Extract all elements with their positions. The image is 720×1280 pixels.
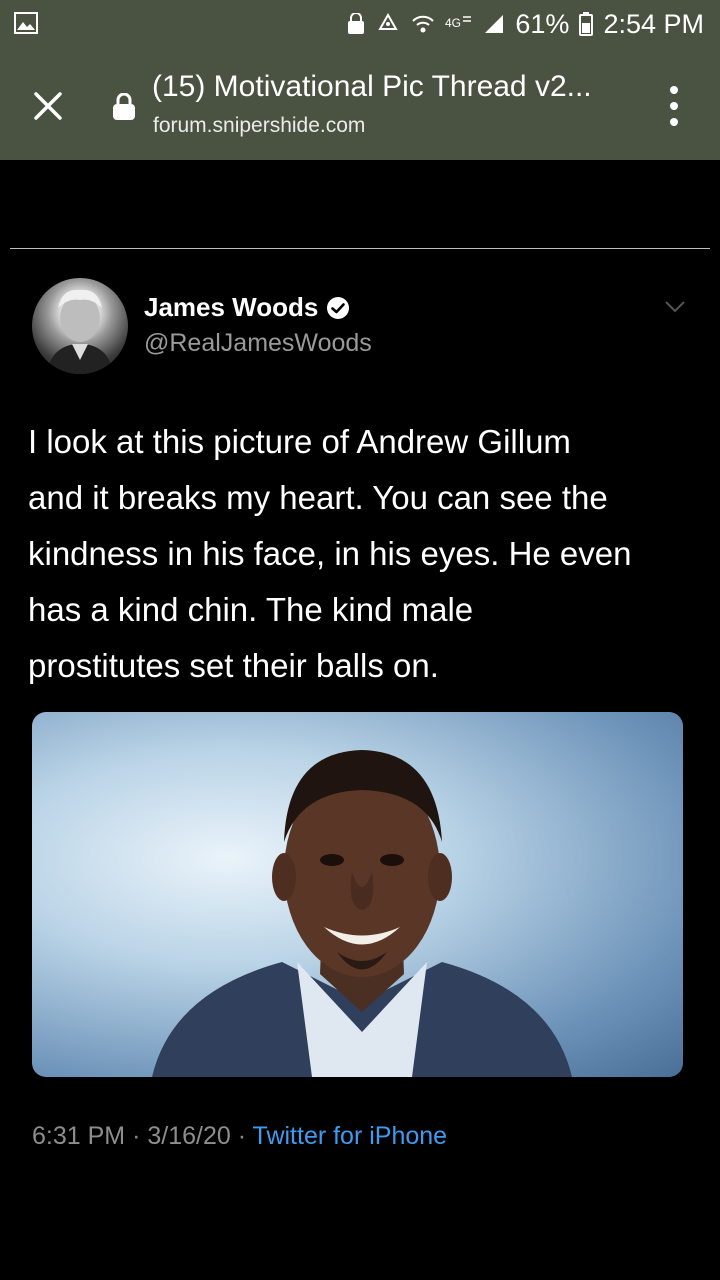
page-url[interactable]: forum.snipershide.com — [153, 114, 365, 138]
avatar[interactable] — [32, 278, 128, 374]
4g-icon: 4G — [445, 16, 472, 30]
close-icon[interactable] — [28, 86, 68, 126]
separator-dot: · — [237, 1122, 247, 1150]
svg-text:4G: 4G — [445, 16, 461, 30]
battery-icon — [579, 12, 594, 36]
divider — [10, 248, 710, 249]
tweet-text: I look at this picture of Andrew Gillum … — [28, 423, 632, 684]
battery-percent: 61% — [515, 8, 570, 39]
portrait-image — [152, 750, 572, 1077]
separator-dot: · — [132, 1122, 141, 1150]
tweet-photo[interactable] — [32, 712, 683, 1077]
browser-toolbar: (15) Motivational Pic Thread v2... forum… — [0, 48, 720, 160]
clock-time: 2:54 PM — [603, 8, 704, 39]
lock-icon — [348, 13, 365, 34]
more-vert-icon[interactable] — [664, 86, 684, 126]
verified-badge-icon — [327, 296, 350, 319]
tweet-source-link[interactable]: Twitter for iPhone — [253, 1122, 448, 1150]
gallery-icon — [14, 12, 38, 34]
recycle-icon — [378, 13, 399, 30]
status-bar: 4G 61% 2:54 PM — [0, 0, 720, 48]
signal-icon — [485, 15, 504, 33]
chevron-down-icon[interactable] — [664, 300, 686, 314]
tweet-time[interactable]: 6:31 PM — [32, 1122, 125, 1150]
tweet-meta: 6:31 PM · 3/16/20 · Twitter for iPhone — [32, 1122, 447, 1151]
author-name-text[interactable]: James Woods — [144, 292, 318, 323]
page-title: (15) Motivational Pic Thread v2... — [152, 70, 592, 103]
author-handle[interactable]: @RealJamesWoods — [144, 329, 372, 358]
lock-icon[interactable] — [112, 93, 136, 121]
wifi-icon — [412, 15, 435, 33]
author-name[interactable]: James Woods — [144, 292, 350, 323]
tweet-date[interactable]: 3/16/20 — [147, 1122, 230, 1150]
